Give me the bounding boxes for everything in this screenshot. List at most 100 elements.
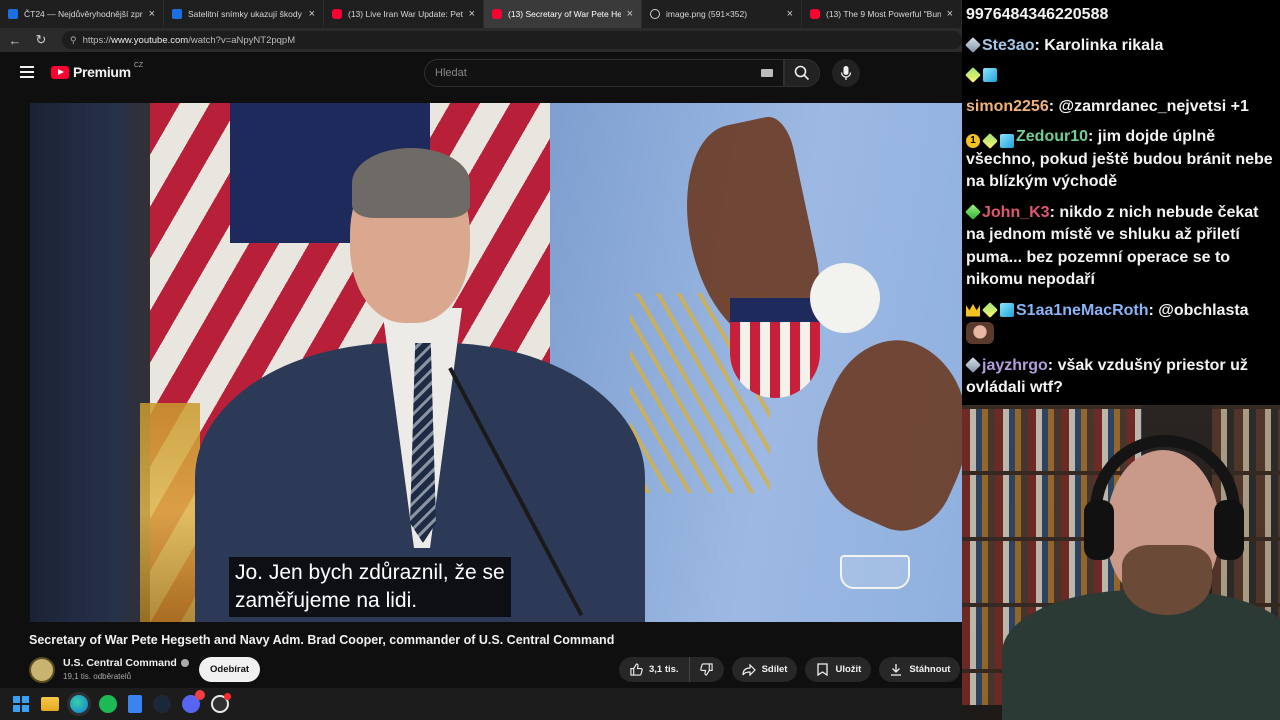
thumbs-down-icon bbox=[700, 663, 714, 677]
dislike-button[interactable] bbox=[689, 657, 724, 682]
keyboard-icon[interactable] bbox=[761, 69, 773, 77]
chat-message: 1 Zedour10: jim dojde úplně všechno, poku… bbox=[966, 128, 1273, 190]
video-title: Secretary of War Pete Hegseth and Navy A… bbox=[29, 633, 615, 647]
chat-username[interactable]: Ste3ao bbox=[982, 37, 1034, 54]
chat-badges bbox=[966, 301, 1014, 318]
chat-message bbox=[965, 65, 1276, 88]
tab-title: (13) The 9 Most Powerful "Bunker bbox=[826, 9, 941, 19]
url-host: www.youtube.com bbox=[111, 34, 189, 46]
download-button[interactable]: Stáhnout bbox=[879, 657, 961, 682]
eagle-shield bbox=[730, 298, 820, 398]
search-button[interactable] bbox=[784, 59, 820, 87]
webcam-feed bbox=[962, 405, 1280, 720]
voice-search-button[interactable] bbox=[832, 59, 860, 87]
search-input[interactable]: Hledat bbox=[424, 59, 784, 87]
chat-text: @zamrdanec_nejvetsi +1 bbox=[1058, 97, 1249, 115]
obs-icon[interactable] bbox=[211, 693, 231, 713]
youtube-brand: Premium bbox=[73, 64, 131, 80]
tab-image-png[interactable]: image.png (591×352) × bbox=[642, 0, 802, 28]
youtube-play-icon bbox=[51, 65, 69, 79]
youtube-icon bbox=[810, 9, 820, 19]
video-player[interactable]: Jo. Jen bych zdůraznil, že se zaměřujeme… bbox=[30, 103, 962, 622]
menu-icon[interactable] bbox=[20, 66, 34, 78]
tab-title: (13) Live Iran War Update: Pete He bbox=[348, 9, 463, 19]
sub-badge-icon bbox=[965, 356, 981, 373]
cube-badge-icon bbox=[983, 68, 997, 82]
gift-badge-icon: 1 bbox=[966, 134, 980, 148]
tab-title: Satelitní snímky ukazují škody po bbox=[188, 9, 303, 19]
close-icon[interactable]: × bbox=[469, 8, 475, 20]
verified-icon bbox=[180, 659, 189, 667]
address-bar: ← ↻ ⚲ https://www.youtube.com/watch?v=aN… bbox=[0, 28, 962, 52]
chat-badges: 1 bbox=[966, 133, 1014, 149]
chat-text: 9976484346220588 bbox=[966, 6, 1109, 23]
save-button[interactable]: Uložit bbox=[805, 657, 872, 682]
site-info-icon[interactable]: ⚲ bbox=[70, 35, 77, 46]
close-icon[interactable]: × bbox=[787, 8, 793, 20]
chat-username[interactable]: Zedour10 bbox=[1016, 128, 1088, 145]
subscribe-button[interactable]: Odebírat bbox=[199, 657, 261, 682]
chat-username[interactable]: simon2256 bbox=[966, 98, 1049, 115]
eagle-head bbox=[810, 263, 880, 333]
flag-fringe bbox=[140, 403, 200, 622]
chat-message: John_K3: nikdo z nich nebude čekat na je… bbox=[965, 203, 1259, 288]
close-icon[interactable]: × bbox=[309, 8, 315, 20]
chat-badges bbox=[965, 203, 981, 220]
bookmark-icon bbox=[815, 663, 829, 677]
spotify-icon[interactable] bbox=[99, 695, 117, 713]
bits-badge-icon bbox=[982, 301, 998, 318]
youtube-icon bbox=[492, 9, 502, 19]
thumbs-up-icon bbox=[629, 663, 643, 677]
channel-avatar[interactable] bbox=[29, 657, 55, 683]
windows-start-icon[interactable] bbox=[12, 695, 30, 713]
video-subtitle: Jo. Jen bych zdůraznil, že se zaměřujeme… bbox=[229, 557, 511, 617]
reload-icon[interactable]: ↻ bbox=[30, 32, 52, 48]
like-button[interactable]: 3,1 tis. bbox=[619, 657, 690, 682]
tab-live-iran[interactable]: (13) Live Iran War Update: Pete He × bbox=[324, 0, 484, 28]
cube-badge-icon bbox=[1000, 134, 1014, 148]
speaker-hair bbox=[352, 148, 470, 218]
chat-badges bbox=[965, 36, 981, 53]
notepad-icon[interactable] bbox=[128, 695, 142, 713]
close-icon[interactable]: × bbox=[627, 8, 633, 20]
discord-icon[interactable] bbox=[182, 690, 205, 713]
share-label: Sdílet bbox=[761, 664, 788, 675]
steam-icon[interactable] bbox=[153, 695, 171, 713]
bits-badge-icon bbox=[982, 133, 998, 149]
chat-message: Ste3ao: Karolinka rikala bbox=[965, 35, 1276, 58]
streamer-beard bbox=[1122, 545, 1212, 615]
share-button[interactable]: Sdílet bbox=[731, 657, 798, 682]
tab-title: ČT24 — Nejdůvěryhodnější zpravo bbox=[24, 9, 143, 19]
close-icon[interactable]: × bbox=[149, 8, 155, 20]
chat-username[interactable]: John_K3 bbox=[982, 204, 1050, 221]
url-field[interactable]: ⚲ https://www.youtube.com/watch?v=aNpyNT… bbox=[62, 31, 962, 49]
back-arrow-icon[interactable]: ← bbox=[4, 33, 26, 48]
ct24-icon bbox=[8, 9, 18, 19]
youtube-logo[interactable]: Premium CZ bbox=[51, 62, 143, 80]
youtube-icon bbox=[332, 9, 342, 19]
edge-icon[interactable] bbox=[70, 695, 88, 713]
save-label: Uložit bbox=[835, 664, 862, 675]
microphone-icon bbox=[840, 66, 852, 80]
file-explorer-icon[interactable] bbox=[41, 697, 59, 711]
subtitle-line: Jo. Jen bych zdůraznil, že se bbox=[235, 561, 505, 584]
tab-ct24[interactable]: ČT24 — Nejdůvěryhodnější zpravo × bbox=[0, 0, 164, 28]
headphone-earcup bbox=[1214, 500, 1244, 560]
chat-message: simon2256: @zamrdanec_nejvetsi +1 bbox=[966, 97, 1249, 115]
tab-satelitni[interactable]: Satelitní snímky ukazují škody po × bbox=[164, 0, 324, 28]
url-prefix: https:// bbox=[82, 34, 112, 46]
globe-icon bbox=[650, 9, 660, 19]
tab-bunker[interactable]: (13) The 9 Most Powerful "Bunker × bbox=[802, 0, 962, 28]
crown-badge-icon bbox=[966, 303, 980, 317]
url-path: /watch?v=aNpyNT2pqpM bbox=[188, 34, 296, 46]
channel-name-link[interactable]: U.S. Central Command bbox=[63, 657, 189, 669]
tab-secretary-of-war[interactable]: (13) Secretary of War Pete Hegseth × bbox=[484, 0, 642, 28]
chat-username[interactable]: jayzhrgo bbox=[982, 357, 1048, 374]
subtitle-line: zaměřujeme na lidi. bbox=[235, 589, 418, 612]
close-icon[interactable]: × bbox=[947, 8, 953, 20]
subscriber-count: 19,1 tis. odběratelů bbox=[63, 672, 132, 681]
tab-title: (13) Secretary of War Pete Hegseth bbox=[508, 9, 621, 19]
chat-username[interactable]: S1aa1neMacRoth bbox=[1016, 302, 1149, 319]
video-actions: 3,1 tis. Sdílet Uložit Stáhnout ··· bbox=[619, 657, 994, 682]
chat-text: @obchlasta bbox=[1158, 301, 1249, 319]
